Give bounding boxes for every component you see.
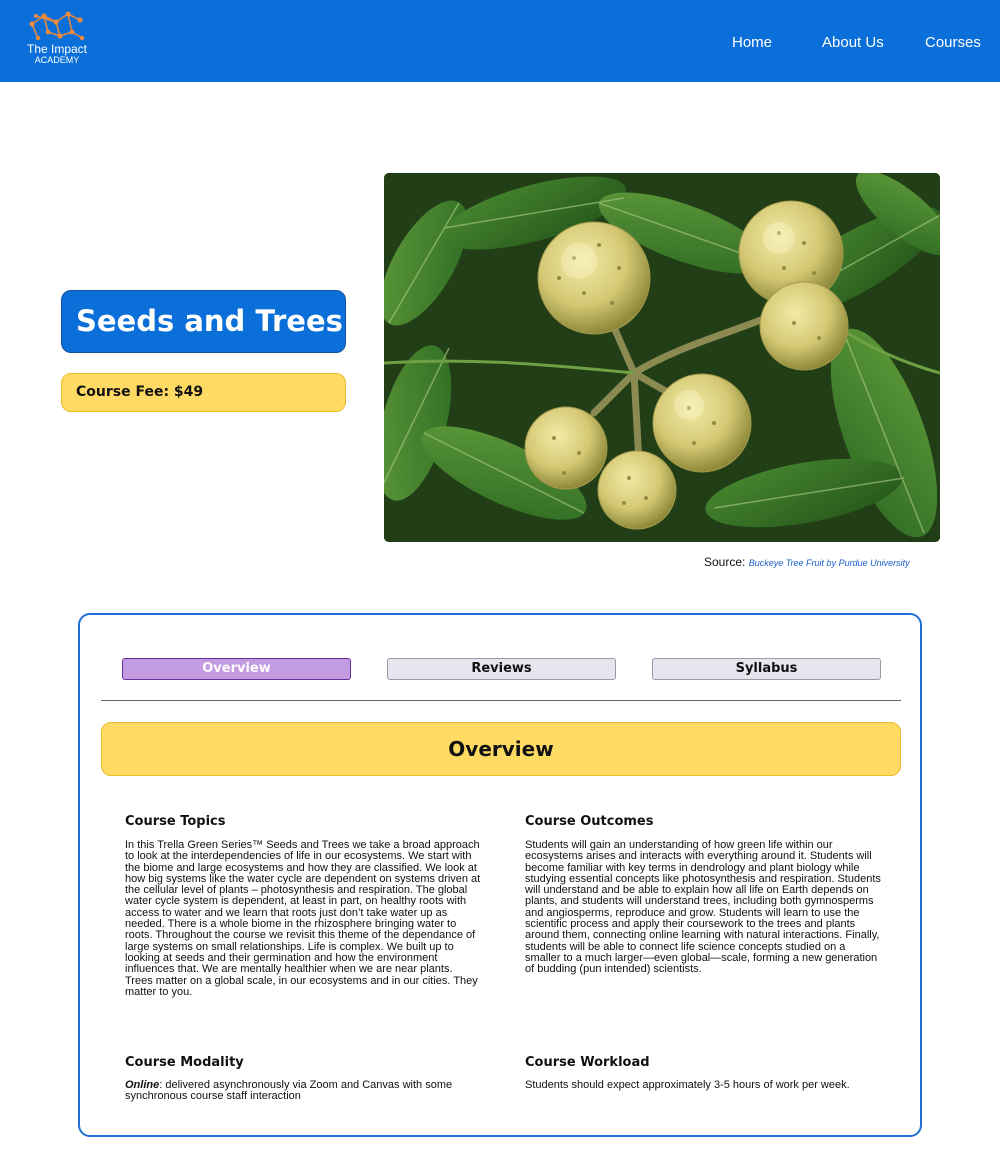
molecule-network-icon (29, 11, 85, 41)
course-details-card: Overview Reviews Syllabus Overview Cours… (78, 613, 922, 1137)
course-topics-heading: Course Topics (125, 814, 226, 829)
nav-courses-link[interactable]: Courses (925, 34, 981, 51)
logo-title: The Impact (26, 42, 88, 56)
tab-reviews[interactable]: Reviews (387, 658, 616, 680)
nav-home-link[interactable]: Home (732, 34, 772, 51)
logo-subtitle: ACADEMY (34, 55, 80, 65)
course-modality-text: Online: delivered asynchronously via Zoo… (125, 1079, 475, 1103)
course-workload-heading: Course Workload (525, 1055, 650, 1070)
course-outcomes-heading: Course Outcomes (525, 814, 654, 829)
buckeye-tree-fruit-image (384, 173, 940, 542)
section-heading: Overview (101, 722, 901, 776)
modality-description: : delivered asynchronously via Zoom and … (125, 1079, 453, 1103)
source-link[interactable]: Buckeye Tree Fruit by Purdue University (749, 558, 910, 568)
site-header: The Impact ACADEMY Home About Us Courses (0, 0, 1000, 82)
modality-type: Online (125, 1079, 160, 1091)
course-modality-heading: Course Modality (125, 1055, 244, 1070)
image-source-credit: Source: Buckeye Tree Fruit by Purdue Uni… (704, 555, 910, 569)
tab-divider (101, 700, 901, 701)
course-outcomes-text: Students will gain an understanding of h… (525, 839, 881, 976)
course-workload-text: Students should expect approximately 3-5… (525, 1079, 850, 1091)
course-topics-text: In this Trella Green Series™ Seeds and T… (125, 839, 481, 998)
tab-overview[interactable]: Overview (122, 658, 351, 680)
site-logo[interactable]: The Impact ACADEMY (24, 10, 90, 70)
course-title: Seeds and Trees (61, 290, 346, 353)
nav-about-us-link[interactable]: About Us (822, 34, 884, 51)
course-fee-badge: Course Fee: $49 (61, 373, 346, 412)
source-label: Source: (704, 555, 746, 569)
tab-syllabus[interactable]: Syllabus (652, 658, 881, 680)
